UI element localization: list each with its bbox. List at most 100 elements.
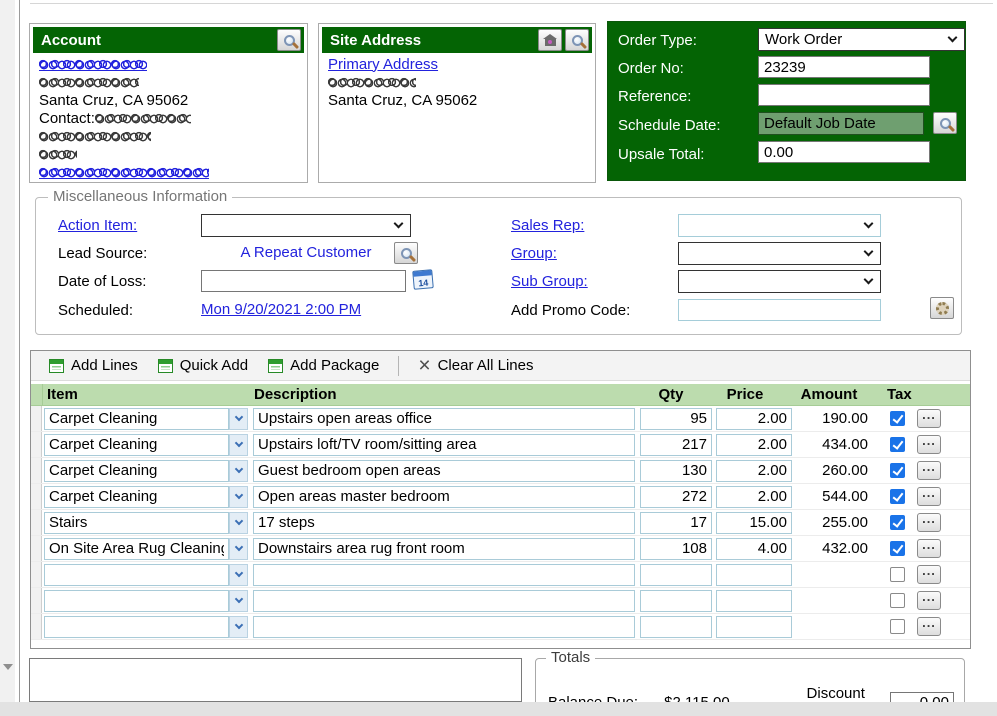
- row-selector[interactable]: [31, 588, 42, 613]
- item-dropdown-button[interactable]: [229, 616, 248, 638]
- qty-input[interactable]: [640, 460, 712, 482]
- row-options-button[interactable]: ...: [917, 435, 941, 454]
- price-input[interactable]: [716, 512, 792, 534]
- site-search-button[interactable]: [565, 29, 589, 51]
- description-input[interactable]: [253, 408, 635, 430]
- qty-input[interactable]: [640, 408, 712, 430]
- tax-checkbox[interactable]: [890, 515, 905, 530]
- sales-rep-link[interactable]: Sales Rep:: [511, 214, 584, 236]
- tax-checkbox[interactable]: [890, 567, 905, 582]
- item-dropdown-button[interactable]: [229, 460, 248, 482]
- site-home-button[interactable]: [538, 29, 562, 51]
- tax-checkbox[interactable]: [890, 463, 905, 478]
- price-input[interactable]: [716, 408, 792, 430]
- item-dropdown-button[interactable]: [229, 512, 248, 534]
- scheduled-date-link[interactable]: Mon 9/20/2021 2:00 PM: [201, 299, 361, 321]
- row-selector[interactable]: [31, 614, 42, 639]
- row-selector[interactable]: [31, 484, 42, 509]
- item-dropdown-button[interactable]: [229, 564, 248, 586]
- date-of-loss-input[interactable]: [201, 270, 406, 292]
- item-dropdown-button[interactable]: [229, 538, 248, 560]
- group-link[interactable]: Group:: [511, 242, 557, 264]
- qty-input[interactable]: [640, 486, 712, 508]
- clear-all-lines-button[interactable]: × Clear All Lines: [408, 354, 543, 378]
- item-dropdown-button[interactable]: [229, 486, 248, 508]
- row-options-button[interactable]: ...: [917, 565, 941, 584]
- item-dropdown-button[interactable]: [229, 590, 248, 612]
- order-notes-textarea[interactable]: [29, 658, 522, 702]
- redacted-link[interactable]: [39, 166, 209, 179]
- reference-input[interactable]: [758, 84, 930, 106]
- sub-group-select[interactable]: [678, 270, 881, 293]
- item-input[interactable]: [44, 486, 229, 508]
- item-input[interactable]: [44, 512, 229, 534]
- item-input[interactable]: [44, 590, 229, 612]
- action-item-link[interactable]: Action Item:: [58, 214, 137, 236]
- row-options-button[interactable]: ...: [917, 461, 941, 480]
- order-type-select[interactable]: Work Order: [758, 28, 965, 51]
- row-options-button[interactable]: ...: [917, 539, 941, 558]
- description-input[interactable]: [253, 564, 635, 586]
- description-input[interactable]: [253, 616, 635, 638]
- tax-checkbox[interactable]: [890, 437, 905, 452]
- schedule-date-field[interactable]: Default Job Date: [758, 112, 924, 135]
- redacted-link[interactable]: [39, 58, 147, 71]
- row-selector[interactable]: [31, 562, 42, 587]
- description-input[interactable]: [253, 434, 635, 456]
- description-input[interactable]: [253, 538, 635, 560]
- row-selector[interactable]: [31, 510, 42, 535]
- row-selector[interactable]: [31, 406, 42, 431]
- tax-checkbox[interactable]: [890, 619, 905, 634]
- qty-input[interactable]: [640, 564, 712, 586]
- qty-input[interactable]: [640, 590, 712, 612]
- price-input[interactable]: [716, 538, 792, 560]
- row-options-button[interactable]: ...: [917, 409, 941, 428]
- item-input[interactable]: [44, 460, 229, 482]
- item-input[interactable]: [44, 564, 229, 586]
- row-selector[interactable]: [31, 458, 42, 483]
- tax-checkbox[interactable]: [890, 541, 905, 556]
- add-lines-button[interactable]: Add Lines: [39, 354, 148, 378]
- description-input[interactable]: [253, 512, 635, 534]
- price-input[interactable]: [716, 460, 792, 482]
- promo-code-input[interactable]: [678, 299, 881, 321]
- price-input[interactable]: [716, 616, 792, 638]
- description-input[interactable]: [253, 486, 635, 508]
- lead-source-value[interactable]: A Repeat Customer: [201, 242, 411, 264]
- upsale-total-input[interactable]: [758, 141, 930, 163]
- description-input[interactable]: [253, 590, 635, 612]
- item-dropdown-button[interactable]: [229, 408, 248, 430]
- item-dropdown-button[interactable]: [229, 434, 248, 456]
- row-selector[interactable]: [31, 536, 42, 561]
- price-input[interactable]: [716, 564, 792, 586]
- account-search-button[interactable]: [277, 29, 301, 51]
- group-select[interactable]: [678, 242, 881, 265]
- quick-add-button[interactable]: Quick Add: [148, 354, 258, 378]
- item-input[interactable]: [44, 616, 229, 638]
- qty-input[interactable]: [640, 616, 712, 638]
- site-address-link[interactable]: Primary Address: [328, 56, 438, 73]
- promo-code-button[interactable]: [930, 297, 954, 319]
- qty-input[interactable]: [640, 512, 712, 534]
- tax-checkbox[interactable]: [890, 411, 905, 426]
- tax-checkbox[interactable]: [890, 593, 905, 608]
- vertical-scrollbar[interactable]: [0, 0, 15, 702]
- item-input[interactable]: [44, 408, 229, 430]
- tax-checkbox[interactable]: [890, 489, 905, 504]
- calendar-icon[interactable]: [412, 269, 434, 290]
- add-package-button[interactable]: Add Package: [258, 354, 389, 378]
- row-options-button[interactable]: ...: [917, 591, 941, 610]
- description-input[interactable]: [253, 460, 635, 482]
- row-options-button[interactable]: ...: [917, 487, 941, 506]
- sub-group-link[interactable]: Sub Group:: [511, 270, 588, 292]
- price-input[interactable]: [716, 486, 792, 508]
- qty-input[interactable]: [640, 434, 712, 456]
- order-no-input[interactable]: [758, 56, 930, 78]
- lead-source-search-button[interactable]: [394, 242, 418, 264]
- scroll-down-icon[interactable]: [3, 664, 13, 670]
- item-input[interactable]: [44, 538, 229, 560]
- sales-rep-select[interactable]: [678, 214, 881, 237]
- action-item-select[interactable]: [201, 214, 411, 237]
- item-input[interactable]: [44, 434, 229, 456]
- row-selector[interactable]: [31, 432, 42, 457]
